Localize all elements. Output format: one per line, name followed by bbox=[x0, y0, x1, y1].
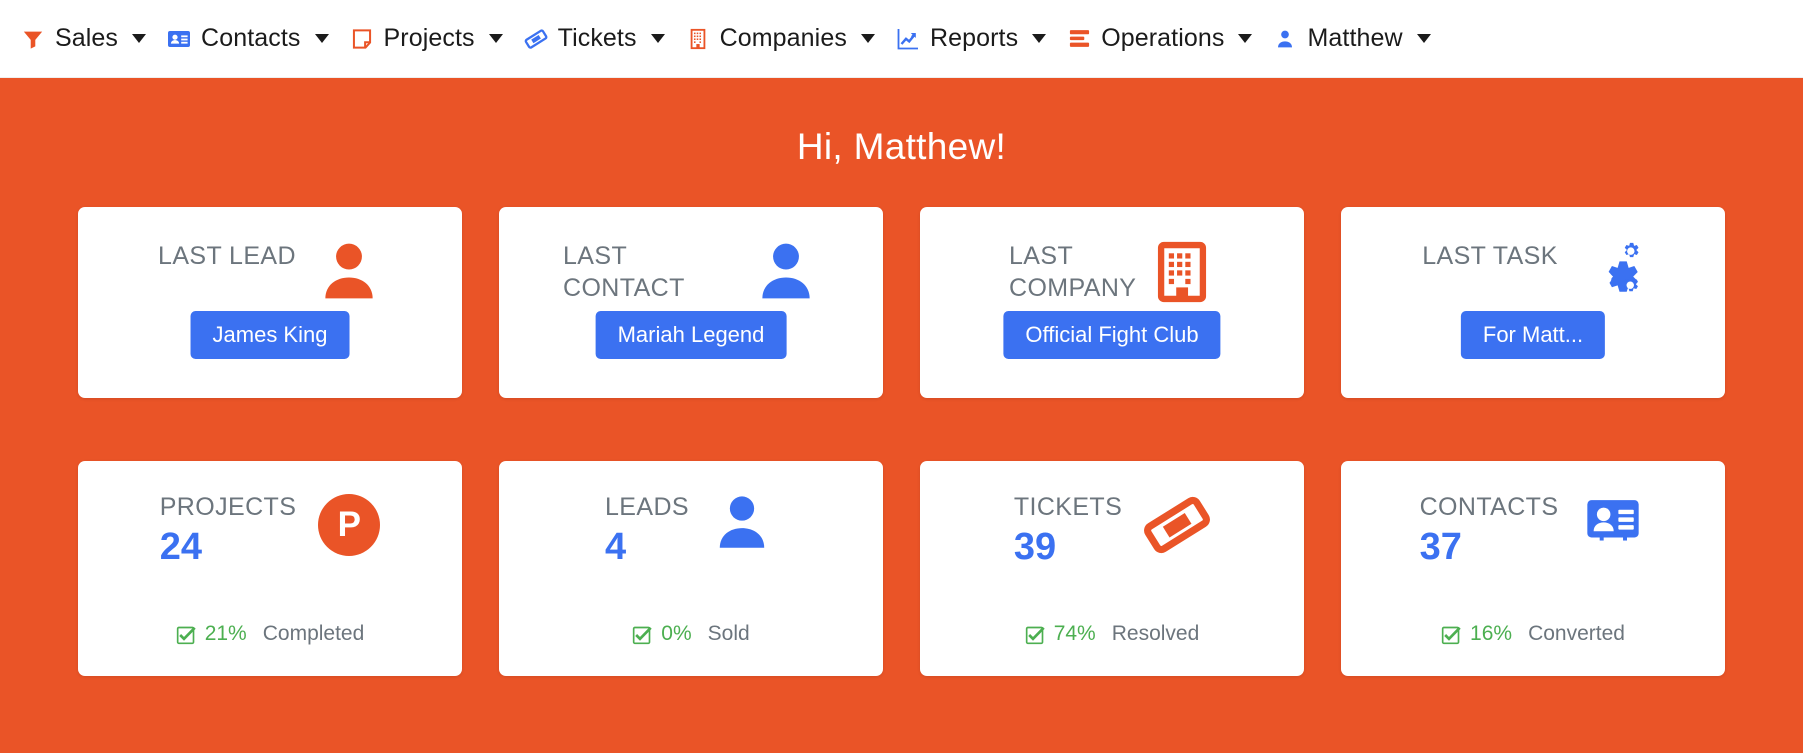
ticket-icon bbox=[1144, 492, 1211, 558]
check-square-icon bbox=[1025, 625, 1045, 645]
chevron-down-icon[interactable] bbox=[488, 34, 503, 43]
nav-label-companies: Companies bbox=[719, 24, 847, 52]
nav-label-sales: Sales bbox=[55, 24, 119, 52]
card-last-task[interactable]: LAST TASK For Matt... bbox=[1341, 207, 1725, 398]
card-last-task-header: LAST TASK bbox=[1341, 207, 1725, 398]
tickets-percent: 74% bbox=[1053, 622, 1096, 645]
stat-value-tickets: 39 bbox=[1013, 525, 1057, 568]
projects-percent: 21% bbox=[204, 622, 247, 645]
stat-label-leads: LEADS bbox=[605, 493, 689, 521]
person-icon bbox=[711, 492, 777, 558]
chevron-down-icon[interactable] bbox=[650, 34, 665, 43]
tickets-progress: 74% Resolved bbox=[920, 622, 1304, 646]
last-lead-button[interactable]: James King bbox=[190, 311, 350, 359]
nav-label-reports: Reports bbox=[929, 24, 1019, 52]
chevron-down-icon[interactable] bbox=[1416, 34, 1431, 43]
stat-label-tickets: TICKETS bbox=[1013, 493, 1123, 521]
ticket-icon bbox=[523, 26, 549, 52]
stat-label-contacts: CONTACTS bbox=[1419, 493, 1559, 521]
page-title: Hi, Matthew! bbox=[796, 126, 1007, 167]
user-icon bbox=[1272, 26, 1298, 52]
chevron-down-icon[interactable] bbox=[860, 34, 875, 43]
stat-value-leads: 4 bbox=[605, 525, 627, 568]
card-last-company[interactable]: LAST COMPANY Official Fight Club bbox=[920, 207, 1304, 398]
stat-value-contacts: 37 bbox=[1419, 525, 1462, 568]
card-contacts[interactable]: CONTACTS 37 16% Converted bbox=[1341, 461, 1725, 676]
last-task-button[interactable]: For Matt... bbox=[1460, 311, 1606, 359]
nav-label-operations: Operations bbox=[1101, 24, 1225, 52]
card-last-lead-header: LAST LEAD bbox=[78, 207, 462, 398]
tickets-status-label: Resolved bbox=[1111, 622, 1200, 645]
nav-item-reports[interactable]: Reports bbox=[889, 0, 1060, 77]
stat-card-row: PROJECTS 24 P 21% Completed LEADS 4 0% S… bbox=[78, 461, 1725, 676]
card-title-last-company: LAST COMPANY bbox=[1009, 242, 1137, 302]
card-last-company-header: LAST COMPANY bbox=[920, 207, 1304, 398]
card-tickets[interactable]: TICKETS 39 74% Resolved bbox=[920, 461, 1304, 676]
nav-item-tickets[interactable]: Tickets bbox=[517, 0, 679, 77]
nav-label-projects: Projects bbox=[383, 24, 475, 52]
building-icon bbox=[685, 26, 711, 52]
contacts-percent: 16% bbox=[1470, 622, 1513, 645]
building-icon bbox=[1149, 239, 1215, 305]
contacts-status-label: Converted bbox=[1528, 622, 1625, 645]
nav-item-contacts[interactable]: Contacts bbox=[160, 0, 342, 77]
nav-item-companies[interactable]: Companies bbox=[679, 0, 889, 77]
card-title-last-lead: LAST LEAD bbox=[158, 242, 296, 270]
last-company-button[interactable]: Official Fight Club bbox=[1003, 311, 1221, 359]
leads-status-label: Sold bbox=[707, 622, 750, 645]
check-square-icon bbox=[632, 625, 653, 645]
nav-label-matthew: Matthew bbox=[1307, 24, 1403, 52]
projects-status-label: Completed bbox=[262, 622, 365, 645]
nav-label-contacts: Contacts bbox=[201, 24, 301, 52]
leads-progress: 0% Sold bbox=[499, 622, 883, 646]
chevron-down-icon[interactable] bbox=[1032, 34, 1047, 43]
gears-icon bbox=[1578, 239, 1644, 305]
check-square-icon bbox=[176, 625, 196, 645]
summary-card-row: LAST LEAD James King LAST CONTACT Mariah… bbox=[78, 207, 1725, 398]
main-navbar: Sales Contacts Projects Tickets Companie… bbox=[0, 0, 1803, 78]
nav-label-tickets: Tickets bbox=[557, 24, 637, 52]
card-title-last-task: LAST TASK bbox=[1422, 242, 1558, 270]
chevron-down-icon[interactable] bbox=[1238, 34, 1253, 43]
p-circle-icon: P bbox=[318, 494, 381, 556]
id-card-icon bbox=[166, 26, 192, 52]
chevron-down-icon[interactable] bbox=[314, 34, 329, 43]
funnel-icon bbox=[20, 26, 46, 52]
card-projects[interactable]: PROJECTS 24 P 21% Completed bbox=[78, 461, 462, 676]
nav-item-user-matthew[interactable]: Matthew bbox=[1266, 0, 1444, 77]
check-square-icon bbox=[1441, 625, 1461, 645]
dashboard-hero: Hi, Matthew! LAST LEAD James King LAST C… bbox=[0, 78, 1803, 753]
id-card-icon bbox=[1580, 492, 1646, 558]
nav-item-projects[interactable]: Projects bbox=[343, 0, 517, 77]
list-bars-icon bbox=[1066, 26, 1092, 52]
stat-label-projects: PROJECTS bbox=[159, 493, 297, 521]
card-last-contact[interactable]: LAST CONTACT Mariah Legend bbox=[499, 207, 883, 398]
last-contact-button[interactable]: Mariah Legend bbox=[595, 311, 787, 359]
chart-line-icon bbox=[895, 26, 921, 52]
leads-percent: 0% bbox=[661, 622, 692, 645]
chevron-down-icon[interactable] bbox=[132, 34, 147, 43]
stat-value-projects: 24 bbox=[159, 525, 202, 568]
person-icon bbox=[753, 239, 819, 305]
projects-progress: 21% Completed bbox=[78, 622, 462, 646]
person-icon bbox=[316, 239, 382, 305]
card-title-last-contact: LAST CONTACT bbox=[563, 242, 685, 302]
nav-item-operations[interactable]: Operations bbox=[1060, 0, 1266, 77]
nav-item-sales[interactable]: Sales bbox=[14, 0, 160, 77]
card-last-lead[interactable]: LAST LEAD James King bbox=[78, 207, 462, 398]
card-leads[interactable]: LEADS 4 0% Sold bbox=[499, 461, 883, 676]
note-icon bbox=[349, 26, 375, 52]
contacts-progress: 16% Converted bbox=[1341, 622, 1725, 646]
card-last-contact-header: LAST CONTACT bbox=[499, 207, 883, 398]
